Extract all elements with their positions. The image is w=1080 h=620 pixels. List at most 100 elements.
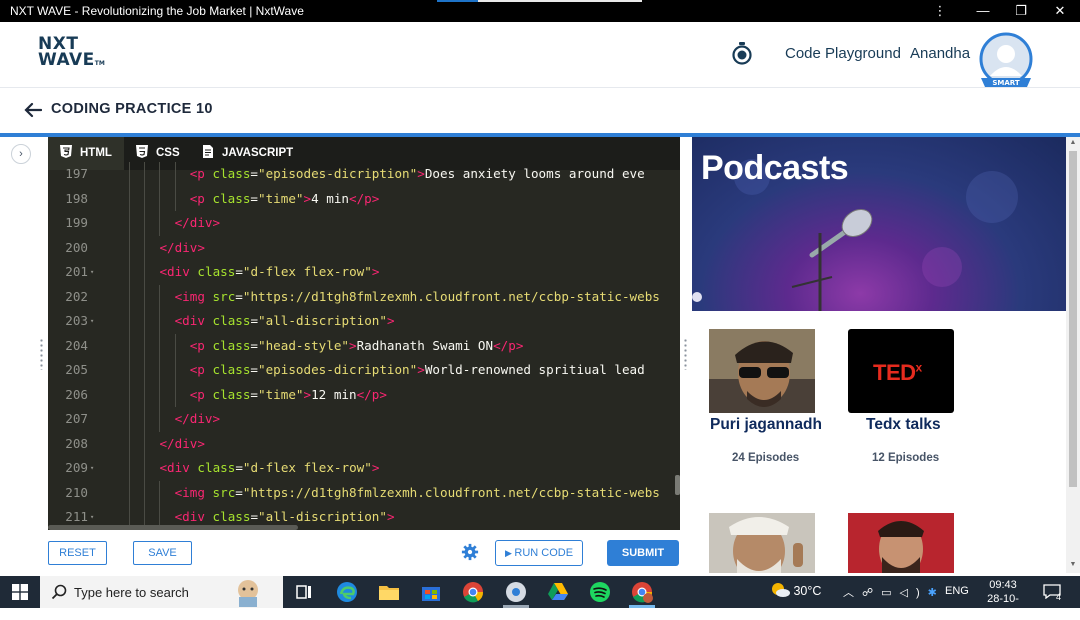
windows-start-icon[interactable] bbox=[12, 584, 28, 600]
user-name[interactable]: Anandha bbox=[910, 45, 970, 62]
taskbar-clock[interactable]: 09:43 28-10-2023 bbox=[977, 578, 1029, 620]
nxtwave-app-icon[interactable] bbox=[504, 580, 528, 604]
podcast-card-image bbox=[848, 513, 954, 573]
indent-guide bbox=[144, 260, 146, 285]
editor-vertical-scrollbar[interactable] bbox=[675, 475, 680, 495]
page-loading-bar bbox=[437, 0, 642, 2]
code-line[interactable]: 202 <img src="https://d1tgh8fmlzexmh.clou… bbox=[48, 284, 680, 309]
code-line[interactable]: 200 </div> bbox=[48, 235, 680, 260]
code-line[interactable]: 203 ▾ <div class="all-discription"> bbox=[48, 309, 680, 334]
fold-toggle-icon[interactable]: ▾ bbox=[90, 260, 94, 285]
css3-icon bbox=[136, 145, 148, 158]
preview-scrollbar[interactable]: ▲ ▼ bbox=[1066, 137, 1080, 573]
window-titlebar: NXT WAVE - Revolutionizing the Job Marke… bbox=[0, 0, 1080, 22]
chevron-right-icon[interactable]: › bbox=[11, 144, 31, 164]
code-line[interactable]: 197 <p class="episodes-dicription">Does a… bbox=[48, 162, 680, 187]
window-menu-button[interactable]: ⋮ bbox=[925, 2, 955, 20]
editor-horizontal-scrollbar[interactable] bbox=[48, 525, 298, 530]
line-number: 210 bbox=[65, 484, 88, 500]
tab-css-label: CSS bbox=[156, 147, 180, 159]
tedx-logo: TEDx bbox=[848, 329, 954, 413]
output-preview[interactable]: Podcasts Puri jagannadh 24 Episodes TEDx… bbox=[692, 137, 1066, 573]
code-line[interactable]: 198 <p class="time">4 min</p> bbox=[48, 186, 680, 211]
clock-time: 09:43 bbox=[989, 579, 1017, 591]
code-line[interactable]: 208 </div> bbox=[48, 431, 680, 456]
minimize-button[interactable]: — bbox=[968, 2, 998, 20]
code-text: <div class="d-flex flex-row"> bbox=[159, 460, 380, 475]
fold-toggle-icon[interactable]: ▾ bbox=[90, 456, 94, 481]
code-line[interactable]: 206 <p class="time">12 min</p> bbox=[48, 382, 680, 407]
code-line[interactable]: 201 ▾ <div class="d-flex flex-row"> bbox=[48, 260, 680, 285]
indent-guide bbox=[174, 333, 176, 358]
code-line[interactable]: 199 </div> bbox=[48, 211, 680, 236]
code-text: <p class="time">4 min</p> bbox=[189, 190, 380, 206]
indent-guide bbox=[144, 235, 146, 260]
close-button[interactable]: ✕ bbox=[1045, 2, 1075, 20]
weather-sun-icon bbox=[772, 583, 790, 597]
indent-guide bbox=[129, 235, 131, 260]
clock-date: 28-10-2023 bbox=[987, 593, 1019, 619]
indent-guide bbox=[129, 162, 131, 187]
code-line[interactable]: 209 ▾ <div class="d-flex flex-row"> bbox=[48, 456, 680, 481]
indent-guide bbox=[144, 309, 146, 334]
battery-icon[interactable]: ▭ bbox=[881, 587, 899, 599]
system-tray[interactable]: ︿☍▭◁)✱ bbox=[843, 584, 945, 600]
preview-scroll-thumb[interactable] bbox=[1069, 151, 1077, 487]
code-playground-link[interactable]: Code Playground bbox=[785, 45, 901, 62]
nxtwave-logo[interactable]: NXT WAVETM bbox=[38, 36, 105, 72]
indent-guide bbox=[129, 431, 131, 456]
code-line[interactable]: 210 <img src="https://d1tgh8fmlzexmh.clou… bbox=[48, 480, 680, 505]
indent-guide bbox=[129, 284, 131, 309]
chevron-up-icon[interactable]: ︿ bbox=[843, 587, 862, 599]
code-line[interactable]: 204 <p class="head-style">Radhanath Swami… bbox=[48, 333, 680, 358]
indent-guide bbox=[144, 211, 146, 236]
indent-guide bbox=[159, 211, 161, 236]
indent-guide bbox=[129, 309, 131, 334]
weather-widget[interactable]: 30°C bbox=[770, 582, 821, 598]
fold-toggle-icon[interactable]: ▾ bbox=[90, 309, 94, 334]
indent-guide bbox=[159, 358, 161, 383]
indent-guide bbox=[129, 358, 131, 383]
run-code-button[interactable]: ▶ RUN CODE bbox=[495, 540, 583, 566]
task-view-icon[interactable] bbox=[292, 580, 316, 604]
save-button[interactable]: SAVE bbox=[133, 541, 192, 565]
restore-button[interactable]: ❐ bbox=[1006, 2, 1036, 20]
spotify-icon[interactable] bbox=[588, 580, 612, 604]
avatar-badge: SMART bbox=[992, 79, 1020, 87]
notification-center[interactable]: 4 bbox=[1043, 583, 1065, 603]
reset-button[interactable]: RESET bbox=[48, 541, 107, 565]
store-icon[interactable] bbox=[419, 580, 443, 604]
code-line[interactable]: 205 <p class="episodes-dicription">World-… bbox=[48, 358, 680, 383]
gear-icon[interactable] bbox=[461, 543, 479, 561]
chrome-icon[interactable] bbox=[461, 580, 485, 604]
wifi-icon[interactable]: ☍ bbox=[862, 587, 881, 599]
google-drive-icon[interactable] bbox=[546, 580, 570, 604]
code-editor[interactable]: HTML CSS JAVASCRIPT 197 <p class="episode… bbox=[48, 137, 680, 530]
logo-line2: WAVE bbox=[38, 50, 95, 70]
chrome-profile-icon[interactable] bbox=[630, 580, 654, 604]
code-text: <img src="https://d1tgh8fmlzexmh.cloudfr… bbox=[174, 484, 660, 500]
code-text: </div> bbox=[174, 215, 221, 230]
search-highlight-icon bbox=[238, 580, 258, 607]
bluetooth-icon[interactable]: ✱ bbox=[928, 587, 945, 599]
indent-guide bbox=[144, 284, 146, 309]
file-explorer-icon[interactable] bbox=[377, 580, 401, 604]
code-area[interactable]: 197 <p class="episodes-dicription">Does a… bbox=[48, 162, 680, 530]
stopwatch-icon[interactable] bbox=[731, 41, 753, 65]
taskbar-search[interactable]: Type here to search bbox=[40, 576, 283, 608]
line-number: 203 bbox=[65, 313, 88, 328]
indent-guide bbox=[174, 382, 176, 407]
scroll-down-icon[interactable]: ▼ bbox=[1066, 561, 1080, 568]
panel-resize-handle[interactable] bbox=[684, 338, 687, 370]
left-resize-handle[interactable] bbox=[40, 338, 43, 370]
code-line[interactable]: 207 </div> bbox=[48, 407, 680, 432]
avatar[interactable]: SMART bbox=[977, 32, 1035, 90]
line-number: 204 bbox=[65, 337, 88, 353]
podcast-card-image bbox=[709, 329, 815, 413]
scroll-up-icon[interactable]: ▲ bbox=[1066, 139, 1080, 146]
arrow-left-icon[interactable] bbox=[24, 102, 42, 118]
language-indicator[interactable]: ENG bbox=[945, 585, 969, 597]
edge-icon[interactable] bbox=[335, 580, 359, 604]
volume-icon[interactable]: ◁) bbox=[900, 587, 928, 599]
submit-button[interactable]: SUBMIT bbox=[607, 540, 679, 566]
